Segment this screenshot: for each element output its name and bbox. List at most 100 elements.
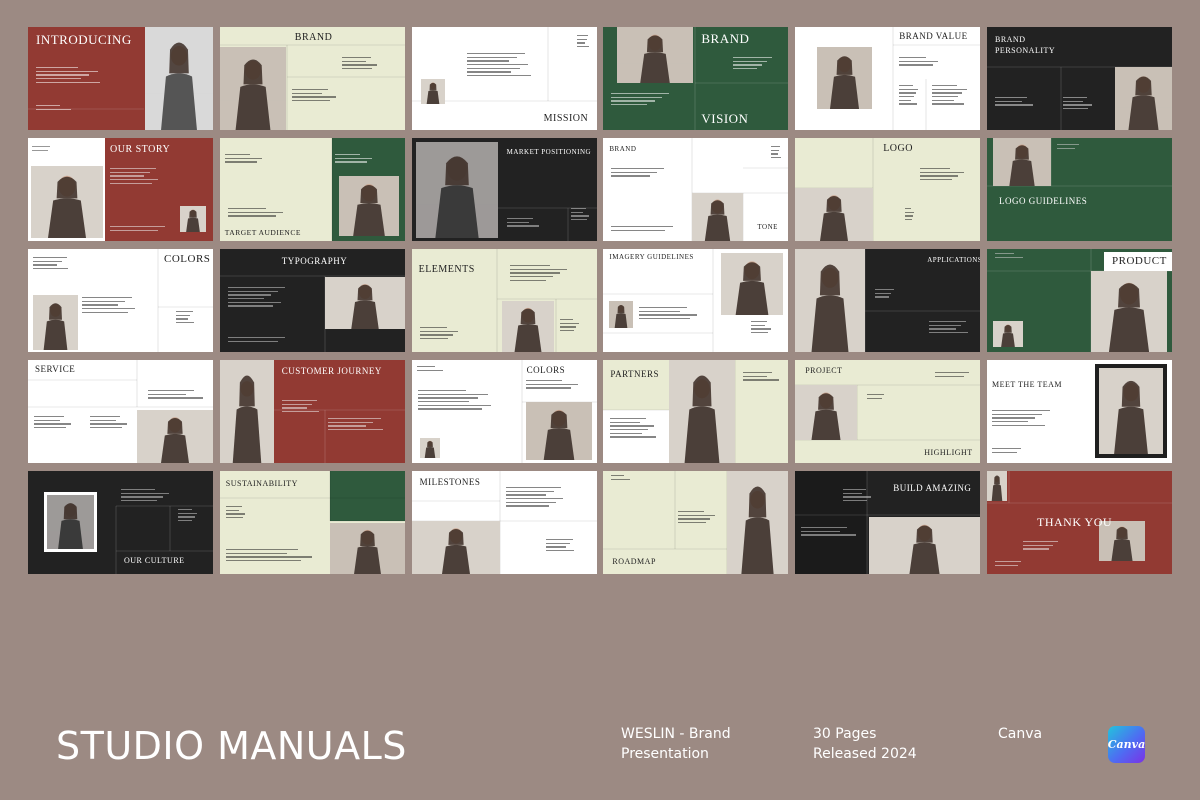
slide-body-text bbox=[33, 257, 69, 270]
slide-photo bbox=[33, 295, 78, 350]
slide-photo bbox=[47, 495, 94, 549]
slide-title: BRAND VALUE bbox=[899, 31, 968, 41]
slide-body-text bbox=[935, 372, 969, 377]
slide-26: SUSTAINABILITY bbox=[219, 471, 405, 574]
slide-19: SERVICE bbox=[28, 360, 213, 463]
slide-title: THANK YOU bbox=[1036, 515, 1113, 529]
slide-body-text bbox=[1062, 97, 1092, 110]
slide-body-text bbox=[82, 297, 135, 313]
slide-title: HIGHLIGHT bbox=[924, 448, 973, 457]
slide-photo bbox=[1114, 67, 1172, 130]
slide-title: IMAGERY GUIDELINES bbox=[609, 253, 694, 261]
slide-photo bbox=[669, 360, 736, 463]
footer-product-line2: Presentation bbox=[621, 746, 709, 762]
slide-photo bbox=[525, 402, 592, 460]
slide-23: PROJECT HIGHLIGHT bbox=[795, 360, 981, 463]
slide-body-text bbox=[34, 416, 71, 429]
slide-photo bbox=[609, 301, 634, 328]
canva-logo-text: Canva bbox=[1107, 738, 1146, 751]
slide-body-text bbox=[994, 253, 1023, 258]
slide-photo bbox=[338, 176, 399, 236]
slide-title: BUILD AMAZING bbox=[893, 483, 972, 493]
slide-body-text bbox=[751, 321, 771, 334]
slide-photo bbox=[721, 253, 784, 315]
slide-body-text bbox=[1022, 541, 1059, 550]
slide-photo bbox=[180, 206, 206, 232]
slide-photo bbox=[145, 27, 213, 130]
slide-body-text bbox=[281, 400, 319, 413]
slide-photo bbox=[420, 79, 445, 104]
slide-11: LOGO bbox=[795, 138, 981, 241]
slide-photo bbox=[31, 166, 103, 238]
slide-body-text bbox=[570, 208, 589, 221]
slide-title: SUSTAINABILITY bbox=[225, 479, 298, 488]
slide-title: TYPOGRAPHY bbox=[281, 256, 348, 266]
slide-photo bbox=[617, 27, 694, 83]
slide-title: OUR STORY bbox=[110, 144, 171, 155]
slide-body-text bbox=[224, 154, 262, 163]
slide-body-text bbox=[545, 539, 575, 552]
footer-product-info: WESLIN - Brand Presentation bbox=[621, 724, 731, 764]
slide-title: COLORS bbox=[526, 365, 566, 375]
slide-photo bbox=[869, 517, 981, 574]
slide-title: LOGO bbox=[883, 143, 913, 154]
slide-body-text bbox=[611, 475, 630, 480]
slide-body-text bbox=[110, 168, 158, 184]
slide-2: BRAND bbox=[219, 27, 405, 130]
slide-body-text bbox=[994, 97, 1034, 106]
slide-body-text bbox=[90, 416, 127, 429]
slide-body-text bbox=[678, 511, 716, 524]
slide-body-text bbox=[991, 448, 1021, 453]
slide-title: SERVICE bbox=[35, 364, 76, 374]
slide-title: OUR CULTURE bbox=[124, 556, 185, 565]
slide-photo bbox=[992, 138, 1051, 186]
slide-title: PROJECT bbox=[805, 366, 843, 375]
slide-body-text bbox=[416, 366, 443, 371]
footer-pages-info: 30 Pages Released 2024 bbox=[813, 724, 917, 764]
footer-pages: 30 Pages bbox=[813, 726, 877, 742]
slide-body-text bbox=[743, 372, 779, 381]
slide-title: BRAND bbox=[609, 145, 637, 153]
slide-photo bbox=[329, 523, 405, 574]
slide-4: BRAND VISION bbox=[603, 27, 789, 130]
slide-body-text bbox=[991, 410, 1050, 426]
slide-18: PRODUCT bbox=[986, 249, 1172, 352]
slide-body-text bbox=[110, 226, 166, 231]
slide-body-text bbox=[466, 53, 531, 77]
slide-body-text bbox=[875, 289, 894, 298]
slide-photo bbox=[727, 471, 789, 574]
slide-7: OUR STORY bbox=[28, 138, 213, 241]
slide-20: CUSTOMER JOURNEY bbox=[219, 360, 405, 463]
slide-body-text bbox=[899, 57, 938, 66]
slide-body-text bbox=[227, 208, 283, 217]
slide-photo bbox=[795, 188, 874, 241]
slide-body-text bbox=[227, 337, 286, 342]
slide-title: BRAND bbox=[701, 31, 750, 46]
footer-platform: Canva bbox=[998, 726, 1043, 742]
slide-title: TONE bbox=[757, 223, 778, 231]
slide-body-text bbox=[417, 390, 492, 410]
slide-21: COLORS bbox=[411, 360, 597, 463]
slide-title: APPLICATIONS bbox=[927, 256, 981, 264]
slide-body-text bbox=[611, 168, 665, 177]
slide-body-text bbox=[920, 168, 965, 181]
slide-photo bbox=[817, 47, 873, 109]
slide-photo bbox=[219, 47, 286, 130]
slide-body-text bbox=[227, 287, 286, 307]
slide-body-text bbox=[36, 67, 101, 83]
slide-body-text bbox=[929, 321, 968, 334]
slide-body-text bbox=[905, 208, 914, 221]
slide-25: OUR CULTURE bbox=[28, 471, 213, 574]
slide-body-text bbox=[994, 561, 1022, 566]
slide-title: BRAND bbox=[994, 35, 1026, 44]
slide-body-text bbox=[932, 85, 967, 105]
slide-title: BRAND bbox=[294, 32, 333, 43]
slide-body-text bbox=[867, 394, 884, 399]
slide-body-text bbox=[341, 57, 377, 70]
slide-body-text bbox=[509, 265, 568, 281]
slide-14: TYPOGRAPHY bbox=[219, 249, 405, 352]
slide-photo bbox=[692, 193, 744, 241]
slide-photo bbox=[1090, 271, 1167, 352]
slide-9: MARKET POSITIONING bbox=[411, 138, 597, 241]
slide-title: VISION bbox=[701, 111, 749, 126]
